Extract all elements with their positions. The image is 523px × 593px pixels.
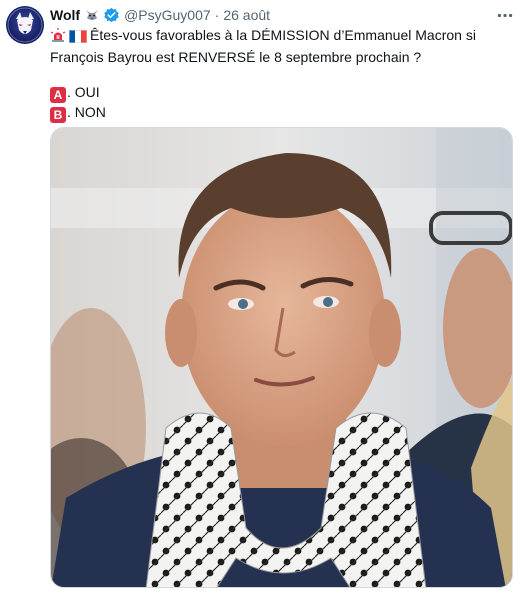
tweet-date[interactable]: 26 août [223,6,270,24]
tweet-text-line2: François Bayrou est RENVERSÉ le 8 septem… [50,49,422,65]
tweet-gap [50,67,490,83]
author-handle[interactable]: @PsyGuy007 [124,6,211,24]
tweet-header: Wolf @PsyGuy007 · 26 août [50,6,513,24]
author-avatar[interactable] [6,6,44,44]
more-options-icon[interactable] [491,6,513,24]
photo-illustration [51,128,512,587]
option-b-badge: B [50,107,66,123]
tweet-photo[interactable] [50,127,513,588]
french-flag-icon [69,29,87,48]
poll-option-b: B. NON [50,103,490,123]
option-a-badge: A [50,87,66,103]
tweet-text-line1: Êtes-vous favorables à la DÉMISSION d’Em… [90,27,476,43]
tweet-text: Êtes-vous favorables à la DÉMISSION d’Em… [50,26,490,123]
wolf-emoji-icon [84,7,100,23]
tweet-line-1: Êtes-vous favorables à la DÉMISSION d’Em… [50,26,490,48]
separator-dot: · [214,7,220,23]
author-name[interactable]: Wolf [50,6,80,24]
option-a-text: . OUI [67,84,100,100]
siren-emoji-icon [50,27,66,48]
verified-badge-icon[interactable] [103,7,120,24]
poll-option-a: A. OUI [50,83,490,103]
option-b-text: . NON [67,104,106,120]
